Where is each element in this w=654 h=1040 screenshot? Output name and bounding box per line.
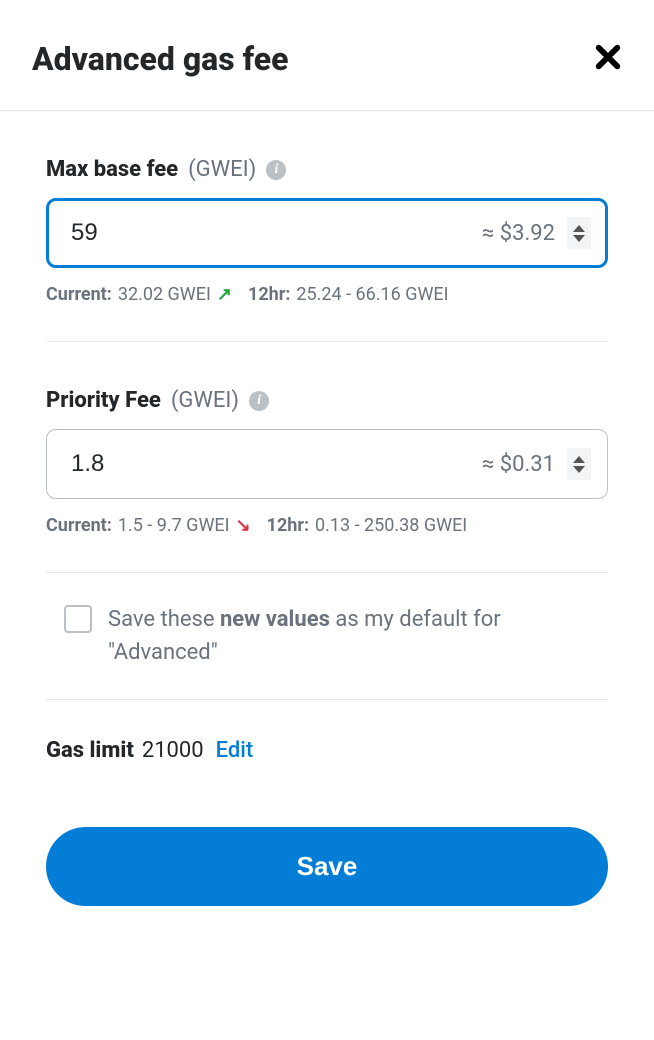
priority-fee-input-box[interactable]: ≈ $0.31 — [46, 429, 608, 499]
save-default-checkbox[interactable] — [64, 605, 92, 633]
current-label: Current: — [46, 284, 112, 305]
save-default-section: Save these new values as my default for … — [46, 573, 608, 700]
gas-limit-value: 21000 — [142, 738, 204, 763]
priority-fee-label-row: Priority Fee (GWEI) i — [46, 388, 608, 413]
range12-value: 0.13 - 250.38 GWEI — [315, 515, 467, 536]
max-base-fee-input[interactable] — [71, 219, 470, 247]
current-value: 32.02 GWEI — [118, 284, 211, 305]
chevron-down-icon[interactable] — [573, 235, 585, 242]
gas-limit-row: Gas limit 21000 Edit — [46, 700, 608, 763]
range12-label: 12hr: — [248, 284, 290, 305]
max-base-fee-stats: Current: 32.02 GWEI ↗ 12hr: 25.24 - 66.1… — [46, 284, 608, 305]
current-label: Current: — [46, 515, 112, 536]
chevron-up-icon[interactable] — [573, 456, 585, 463]
chevron-up-icon[interactable] — [573, 225, 585, 232]
priority-fee-usd: ≈ $0.31 — [482, 452, 555, 477]
max-base-fee-label-row: Max base fee (GWEI) i — [46, 157, 608, 182]
advanced-gas-fee-modal: Advanced gas fee Max base fee (GWEI) i ≈… — [0, 0, 654, 1040]
range12-value: 25.24 - 66.16 GWEI — [296, 284, 448, 305]
info-icon[interactable]: i — [249, 391, 269, 411]
current-value: 1.5 - 9.7 GWEI — [118, 515, 230, 536]
chevron-down-icon[interactable] — [573, 466, 585, 473]
priority-fee-stats: Current: 1.5 - 9.7 GWEI ↘ 12hr: 0.13 - 2… — [46, 515, 608, 536]
priority-fee-label: Priority Fee — [46, 388, 161, 413]
priority-fee-stepper[interactable] — [567, 448, 591, 480]
max-base-fee-section: Max base fee (GWEI) i ≈ $3.92 Current: 3… — [46, 111, 608, 342]
gas-limit-edit-link[interactable]: Edit — [216, 738, 254, 763]
info-icon[interactable]: i — [266, 160, 286, 180]
max-base-fee-stepper[interactable] — [567, 217, 591, 249]
range12-label: 12hr: — [267, 515, 309, 536]
save-default-bold: new values — [220, 607, 330, 632]
max-base-fee-usd: ≈ $3.92 — [482, 221, 555, 246]
modal-footer: Save — [0, 763, 654, 946]
modal-header: Advanced gas fee — [0, 0, 654, 111]
modal-title: Advanced gas fee — [32, 40, 288, 78]
priority-fee-unit: (GWEI) — [171, 388, 239, 413]
max-base-fee-unit: (GWEI) — [188, 157, 256, 182]
max-base-fee-label: Max base fee — [46, 157, 178, 182]
max-base-fee-input-box[interactable]: ≈ $3.92 — [46, 198, 608, 268]
gas-limit-label: Gas limit — [46, 738, 134, 763]
trend-down-icon: ↘ — [236, 515, 251, 536]
close-icon[interactable] — [594, 43, 622, 76]
priority-fee-input[interactable] — [71, 450, 470, 478]
trend-up-icon: ↗ — [217, 284, 232, 305]
modal-content: Max base fee (GWEI) i ≈ $3.92 Current: 3… — [0, 111, 654, 763]
save-default-text: Save these new values as my default for … — [108, 603, 608, 669]
priority-fee-section: Priority Fee (GWEI) i ≈ $0.31 Current: 1… — [46, 342, 608, 573]
save-button[interactable]: Save — [46, 827, 608, 906]
save-default-prefix: Save these — [108, 607, 220, 632]
